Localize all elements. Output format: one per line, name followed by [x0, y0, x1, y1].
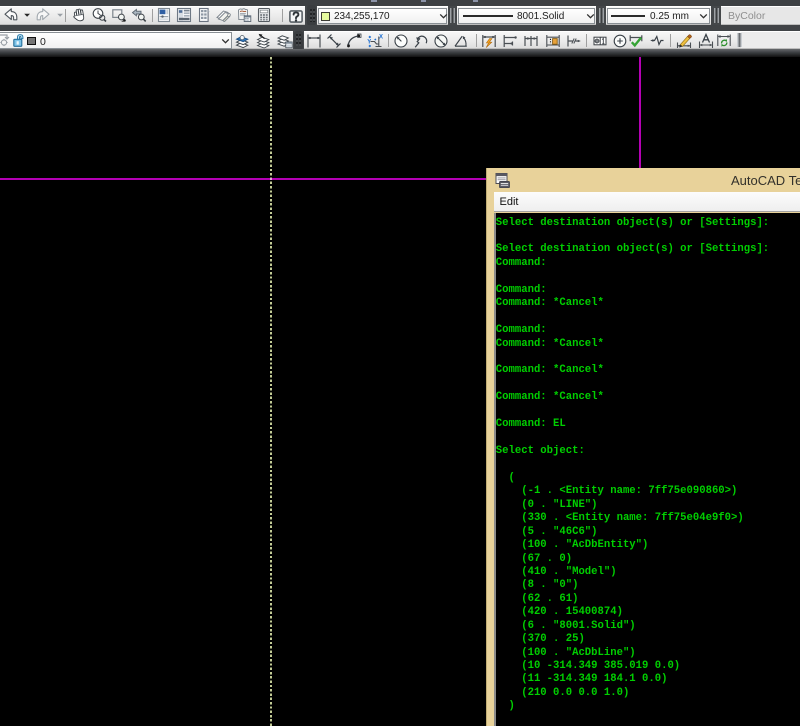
svg-text:X: X [379, 34, 383, 40]
svg-text:Y: Y [367, 39, 371, 45]
